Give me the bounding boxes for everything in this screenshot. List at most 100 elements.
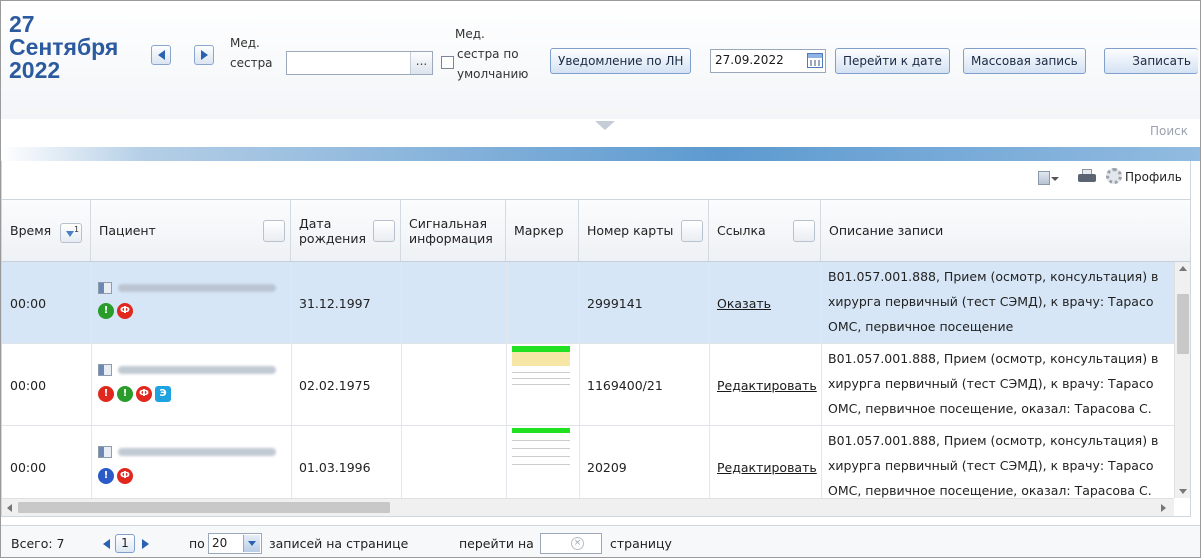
per-page-suffix: записей на странице — [269, 536, 409, 551]
default-nurse-label-line1: Мед. — [455, 27, 485, 41]
arrow-left-icon — [102, 539, 110, 549]
mass-record-button[interactable]: Массовая запись — [963, 48, 1086, 74]
arrow-left-icon — [157, 50, 165, 60]
appointments-table: Время 1 Пациент Дата рождения Сигнальная… — [1, 199, 1191, 517]
header-divider — [1, 147, 1200, 161]
row-description-line2: хирурга первичный (тест СЭМД), к врачу: … — [828, 458, 1154, 473]
per-page-label: по — [189, 536, 205, 551]
col-description[interactable]: Описание записи — [821, 200, 1174, 261]
patient-card-icon[interactable] — [98, 364, 112, 376]
sick-leave-notification-button[interactable]: Уведомление по ЛН — [550, 48, 692, 74]
search-toggle[interactable]: Поиск — [1150, 124, 1188, 138]
row-link[interactable]: Оказать — [717, 296, 771, 311]
col-signal[interactable]: Сигнальная информация — [401, 200, 506, 261]
sort-icon[interactable]: 1 — [60, 223, 82, 243]
col-marker-label: Маркер — [514, 223, 564, 238]
expand-panel-icon[interactable] — [595, 121, 615, 130]
gear-icon[interactable] — [1106, 168, 1122, 184]
row-description-line1: B01.057.001.888, Прием (осмотр, консульт… — [828, 433, 1159, 448]
row-description: B01.057.001.888, Прием (осмотр, консульт… — [828, 262, 1174, 344]
table-row[interactable]: 00:00 ! ! Ф Э 02.02.1975 1169400/21 Реда… — [2, 344, 1174, 426]
next-day-button[interactable] — [194, 45, 214, 65]
date-input-value: 27.09.2022 — [715, 53, 784, 67]
row-link[interactable]: Редактировать — [717, 378, 817, 393]
row-dob: 01.03.1996 — [299, 459, 371, 475]
vertical-scroll-thumb[interactable] — [1177, 294, 1189, 354]
table-row[interactable]: 00:00 ! Ф 31.12.1997 2999141 Оказать B01… — [2, 262, 1174, 344]
f-red-icon: Ф — [117, 468, 133, 484]
print-icon[interactable] — [1078, 169, 1096, 185]
scroll-up-icon[interactable] — [1179, 266, 1187, 271]
filter-link-button[interactable] — [793, 220, 815, 242]
pager: Всего: 7 1 по 20 записей на странице пер… — [1, 525, 1200, 557]
filter-card-button[interactable] — [681, 220, 703, 242]
col-link-label: Ссылка — [717, 223, 766, 238]
default-nurse-checkbox[interactable] — [441, 56, 454, 69]
arrow-right-icon — [200, 50, 208, 60]
profile-button[interactable]: Профиль — [1125, 170, 1182, 184]
row-marker — [510, 344, 572, 426]
current-date: 27 Сентября 2022 — [9, 13, 118, 82]
horizontal-scroll-thumb[interactable] — [18, 502, 390, 513]
col-signal-label-line1: Сигнальная — [409, 215, 487, 231]
goto-page-input[interactable]: × — [540, 533, 602, 554]
alert-green-icon: ! — [98, 303, 114, 319]
row-card: 2999141 — [587, 295, 643, 311]
row-description-line1: B01.057.001.888, Прием (осмотр, консульт… — [828, 351, 1159, 366]
patient-name[interactable] — [118, 366, 276, 374]
col-time-label: Время — [10, 223, 52, 238]
calendar-icon[interactable] — [807, 53, 823, 68]
columns-dropdown-icon[interactable] — [1051, 177, 1059, 181]
scroll-down-icon[interactable] — [1179, 489, 1187, 494]
scroll-right-icon[interactable] — [1161, 504, 1166, 512]
col-patient[interactable]: Пациент — [91, 200, 291, 261]
record-button[interactable]: Записать — [1104, 48, 1198, 74]
f-red-icon: Ф — [117, 303, 133, 319]
per-page-select[interactable]: 20 — [208, 533, 262, 554]
date-year: 2022 — [9, 57, 61, 83]
row-marker — [510, 426, 572, 508]
col-description-label: Описание записи — [829, 223, 944, 238]
default-nurse-label: Мед. сестра по умолчанию — [455, 24, 528, 84]
clear-icon[interactable]: × — [571, 537, 584, 550]
columns-icon[interactable] — [1038, 171, 1050, 185]
row-dob: 02.02.1975 — [299, 377, 371, 393]
date-month: Сентября — [9, 34, 119, 60]
row-description-line1: B01.057.001.888, Прием (осмотр, консульт… — [828, 269, 1159, 284]
patient-name[interactable] — [118, 448, 276, 456]
patient-name[interactable] — [118, 284, 276, 292]
row-description-line2: хирурга первичный (тест СЭМД), к врачу: … — [828, 294, 1154, 309]
vertical-scrollbar[interactable] — [1174, 262, 1190, 498]
col-dob-label-line2: рождения — [299, 230, 366, 246]
col-card-label: Номер карты — [587, 223, 674, 238]
row-description-line2: хирурга первичный (тест СЭМД), к врачу: … — [828, 376, 1154, 391]
total-count: Всего: 7 — [11, 536, 65, 551]
patient-card-icon[interactable] — [98, 282, 112, 294]
alert-green-icon: ! — [117, 386, 133, 402]
alert-red-icon: ! — [98, 386, 114, 402]
nurse-picker-button[interactable]: ... — [410, 52, 432, 74]
row-description: B01.057.001.888, Прием (осмотр, консульт… — [828, 344, 1174, 426]
top-toolbar: 27 Сентября 2022 Мед. сестра ... Мед. се… — [1, 1, 1200, 138]
table-header: Время 1 Пациент Дата рождения Сигнальная… — [2, 200, 1190, 262]
filter-patient-button[interactable] — [263, 220, 285, 242]
prev-day-button[interactable] — [151, 45, 171, 65]
goto-page-label: перейти на — [459, 536, 534, 551]
f-red-icon: Ф — [136, 386, 152, 402]
current-page[interactable]: 1 — [115, 534, 135, 553]
row-card: 20209 — [587, 459, 627, 475]
next-page-button[interactable] — [137, 535, 153, 553]
goto-date-button[interactable]: Перейти к дате — [835, 48, 950, 74]
nurse-label-line1: Мед. — [230, 36, 260, 50]
filter-dob-button[interactable] — [373, 220, 395, 242]
table-row[interactable]: 00:00 ! Ф 01.03.1996 20209 Редактировать… — [2, 426, 1174, 508]
scroll-left-icon[interactable] — [7, 504, 12, 512]
horizontal-scrollbar[interactable] — [2, 498, 1174, 516]
prev-page-button[interactable] — [98, 535, 114, 553]
patient-card-icon[interactable] — [98, 446, 112, 458]
chevron-down-icon[interactable] — [243, 535, 260, 552]
col-marker[interactable]: Маркер — [506, 200, 579, 261]
row-link[interactable]: Редактировать — [717, 460, 817, 475]
alert-blue-icon: ! — [98, 468, 114, 484]
date-day: 27 — [9, 11, 35, 37]
